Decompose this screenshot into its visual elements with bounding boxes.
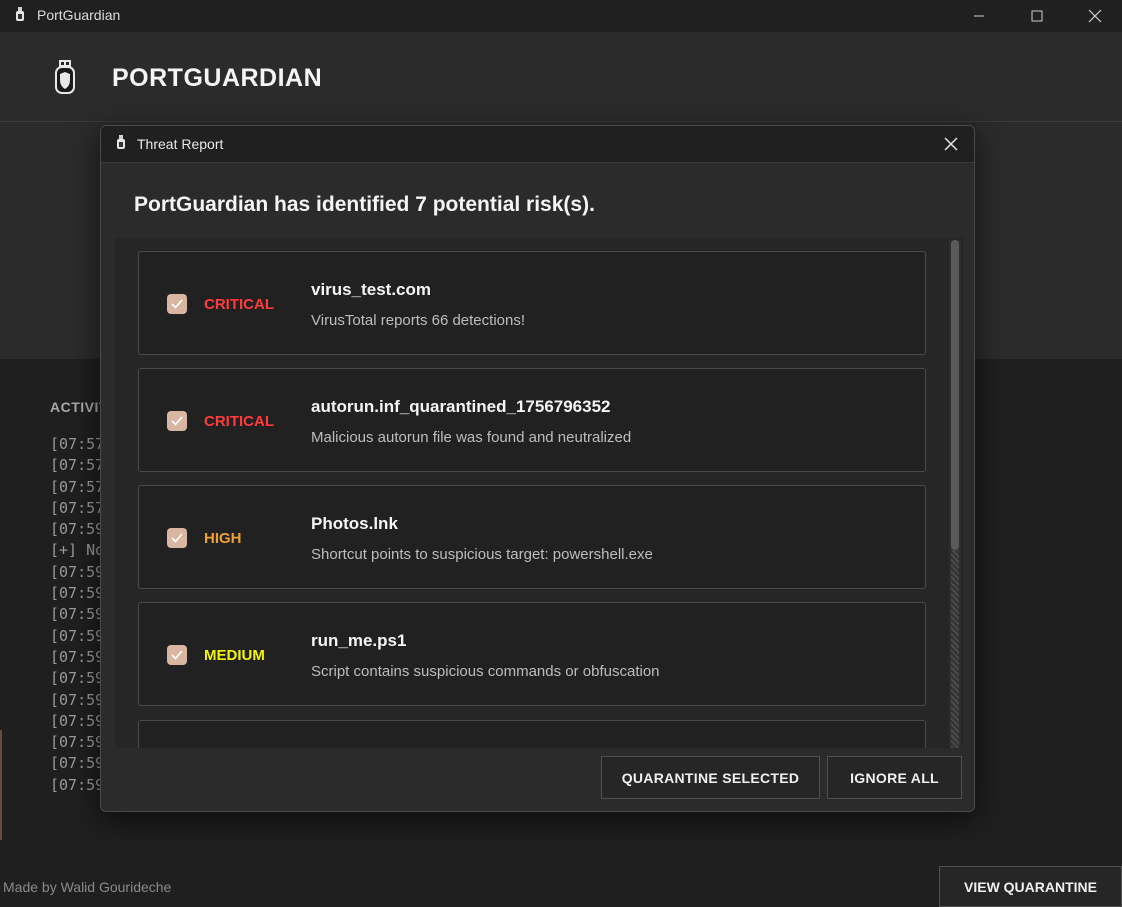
maximize-icon [1031, 10, 1043, 22]
usb-icon [117, 135, 125, 149]
ignore-all-button[interactable]: IGNORE ALL [827, 756, 962, 799]
dialog-close-button[interactable] [938, 131, 964, 157]
threat-filename: autorun.inf_quarantined_1756796352 [311, 397, 611, 416]
log-line: [07:59 [50, 584, 100, 603]
threat-checkbox[interactable] [167, 294, 187, 314]
threat-description: VirusTotal reports 66 detections! [311, 312, 526, 329]
checkmark-icon [171, 416, 183, 426]
threat-card: CRITICAL virus_test.com VirusTotal repor… [138, 251, 926, 355]
brand-title: PORTGUARDIAN [112, 64, 323, 92]
maximize-button[interactable] [1008, 0, 1066, 32]
threat-card [138, 720, 926, 748]
log-line: [07:59 [50, 562, 100, 581]
scrollbar-track-lower[interactable] [951, 550, 959, 748]
scrollbar-thumb[interactable] [951, 240, 959, 550]
threat-list[interactable]: CRITICAL virus_test.com VirusTotal repor… [115, 238, 963, 748]
severity-label: CRITICAL [204, 296, 274, 313]
log-line: [+] No [50, 541, 100, 560]
app-header: PORTGUARDIAN [0, 32, 1122, 122]
log-line: [07:57 [50, 435, 100, 453]
log-line: [07:59 [50, 669, 100, 688]
window-title: PortGuardian [37, 7, 121, 23]
usb-shield-icon [55, 60, 75, 94]
checkmark-icon [171, 533, 183, 543]
threat-card: CRITICAL autorun.inf_quarantined_1756796… [138, 368, 926, 472]
window-titlebar: PortGuardian [0, 0, 1122, 32]
portguardian-window: PortGuardian PORTGUARDIAN ACTIVITY [07:5… [0, 0, 1122, 907]
threat-list-scrollbar[interactable] [949, 240, 961, 748]
log-line: [07:59 [50, 647, 100, 666]
log-line: [07:57 [50, 498, 100, 517]
quarantine-selected-button[interactable]: QUARANTINE SELECTED [601, 756, 820, 799]
background-window-edge [0, 730, 2, 840]
threat-checkbox[interactable] [167, 528, 187, 548]
activity-log: [07:57 [07:57 [07:57 [07:57 [07:59 [+] N… [50, 434, 100, 796]
close-icon [1088, 9, 1102, 23]
footer-credit: Made by Walid Gourideche [3, 879, 172, 895]
log-line: [07:59 [50, 626, 100, 645]
threat-checkbox[interactable] [167, 411, 187, 431]
threat-summary-heading: PortGuardian has identified 7 potential … [134, 193, 595, 216]
usb-icon [16, 7, 24, 21]
close-window-button[interactable] [1066, 0, 1122, 32]
log-line: [07:59 [50, 754, 100, 773]
log-line: [07:59 [50, 520, 100, 539]
close-icon [944, 137, 958, 151]
view-quarantine-button[interactable]: VIEW QUARANTINE [939, 866, 1122, 907]
threat-card: HIGH Photos.lnk Shortcut points to suspi… [138, 485, 926, 589]
activity-title: ACTIVITY [50, 399, 100, 415]
log-line: [07:59 [50, 605, 100, 624]
log-line: [07:59 [50, 711, 100, 730]
dialog-title: Threat Report [137, 136, 224, 152]
threat-filename: Photos.lnk [311, 514, 398, 533]
log-line: [07:59 [50, 733, 100, 752]
log-line: [07:57 [50, 456, 100, 475]
minimize-icon [974, 15, 984, 17]
log-line: [07:59 [50, 775, 100, 794]
threat-filename: virus_test.com [311, 280, 431, 299]
threat-description: Shortcut points to suspicious target: po… [311, 546, 653, 563]
dialog-titlebar: Threat Report [101, 126, 974, 163]
minimize-button[interactable] [950, 0, 1008, 32]
severity-label: HIGH [204, 530, 242, 547]
severity-label: CRITICAL [204, 413, 274, 430]
threat-filename: run_me.ps1 [311, 631, 407, 650]
threat-card: MEDIUM run_me.ps1 Script contains suspic… [138, 602, 926, 706]
log-line: [07:59 [50, 690, 100, 709]
log-line: [07:57 [50, 477, 100, 496]
severity-label: MEDIUM [204, 647, 265, 664]
checkmark-icon [171, 299, 183, 309]
threat-checkbox[interactable] [167, 645, 187, 665]
threat-description: Malicious autorun file was found and neu… [311, 429, 632, 446]
threat-description: Script contains suspicious commands or o… [311, 663, 660, 680]
threat-report-dialog: Threat Report PortGuardian has identifie… [100, 125, 975, 812]
checkmark-icon [171, 650, 183, 660]
